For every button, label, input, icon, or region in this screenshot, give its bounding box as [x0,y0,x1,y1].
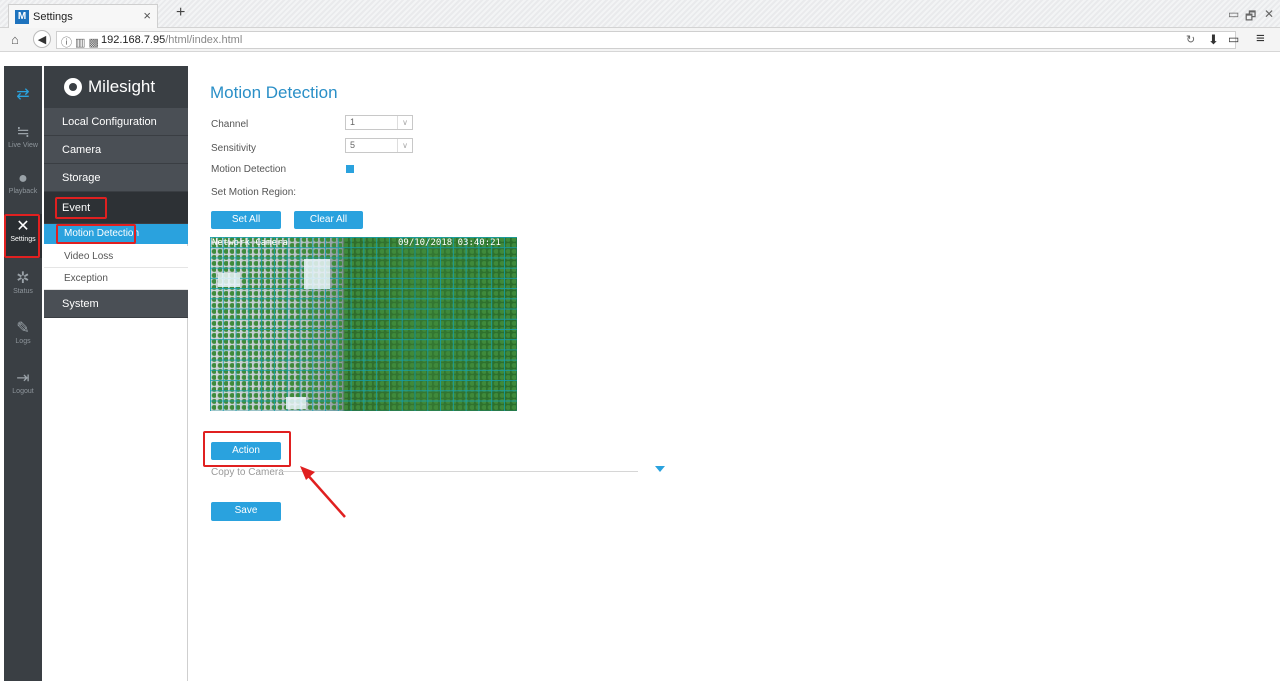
camera-osd-name: Network Camera [212,238,288,248]
annotation-arrow [300,466,346,518]
close-window-icon[interactable]: ✕ [1264,7,1274,21]
back-icon[interactable]: ◀ [33,30,51,48]
nav-status[interactable]: ✲ Status [4,270,42,295]
nav-live-view[interactable]: ≒ Live View [4,124,42,149]
clear-all-button[interactable]: Clear All [294,211,363,229]
nav-logout[interactable]: ⇥ Logout [4,370,42,395]
chevron-down-icon[interactable] [655,466,665,472]
save-button[interactable]: Save [211,502,281,521]
tab-close-icon[interactable]: × [143,8,151,23]
milesight-favicon-icon: M [15,9,29,24]
set-all-button[interactable]: Set All [211,211,281,229]
menu-storage[interactable]: Storage [44,164,188,192]
channel-select[interactable]: 1 ∨ [345,115,413,130]
logo-bar: Milesight [44,66,188,108]
tab-title: Settings [33,10,73,23]
app-icon-bar: ⇄ ≒ Live View ● Playback ✕ Settings ✲ Status… [4,66,42,681]
annotation-action-box [203,431,291,467]
swap-icon[interactable]: ⇄ [4,86,42,104]
annotation-settings-box [4,214,40,258]
annotation-motion-detection-box [56,224,136,244]
sensitivity-label: Sensitivity [211,143,257,154]
annotation-event-box [55,197,107,219]
logs-icon: ✎ [16,320,30,337]
camera-osd-time: 09/10/2018 03:40:21 [398,238,501,248]
live-view-icon: ≒ [16,124,30,141]
chevron-down-icon: ∨ [397,116,412,129]
download-icon[interactable]: ⬇ [1208,32,1219,48]
nav-playback[interactable]: ● Playback [4,170,42,195]
logo-text: Milesight [88,77,156,96]
url-text: 192.168.7.95/html/index.html [101,34,243,46]
site-info-icon[interactable]: ⓘ ▥ ▩ [61,34,99,50]
sidebar-toggle-icon[interactable]: ▭ [1228,32,1239,46]
motion-detection-label: Motion Detection [211,164,287,175]
menu-video-loss[interactable]: Video Loss [44,246,188,268]
minimize-icon[interactable]: ▭ [1228,7,1239,21]
hamburger-menu-icon[interactable]: ≡ [1256,30,1265,47]
spacer [0,53,1280,66]
motion-detection-checkbox[interactable] [346,165,354,173]
restore-icon[interactable]: 🗗 [1245,7,1256,28]
logout-icon: ⇥ [16,370,30,387]
browser-tab-bar: M Settings × + ▭ 🗗 ✕ [0,0,1280,28]
url-bar[interactable]: ⓘ ▥ ▩ 192.168.7.95/html/index.html [56,31,1236,49]
sensitivity-select[interactable]: 5 ∨ [345,138,413,153]
home-icon[interactable]: ⌂ [11,32,19,47]
browser-tab[interactable]: M Settings × [8,4,158,28]
copy-to-camera-label: Copy to Camera [211,467,284,478]
channel-value: 1 [350,117,356,127]
camera-window-light [304,259,330,289]
menu-system[interactable]: System [44,290,188,318]
nav-logs[interactable]: ✎ Logs [4,320,42,345]
chevron-down-icon: ∨ [397,139,412,152]
settings-menu: Milesight Local Configuration Camera Sto… [44,66,188,681]
playback-icon: ● [18,170,28,187]
sensitivity-value: 5 [350,140,356,150]
camera-window-light [218,273,240,287]
status-icon: ✲ [16,270,30,287]
channel-label: Channel [211,119,249,130]
browser-nav-bar: ⌂ ◀ ⓘ ▥ ▩ 192.168.7.95/html/index.html ↻… [0,28,1280,52]
menu-exception[interactable]: Exception [44,268,188,290]
milesight-logo-icon [64,78,82,96]
reload-icon[interactable]: ↻ [1186,33,1195,46]
camera-window-light [286,397,306,409]
menu-local-configuration[interactable]: Local Configuration [44,108,188,136]
new-tab-button[interactable]: + [176,4,185,22]
page-title: Motion Detection [210,83,338,102]
menu-camera[interactable]: Camera [44,136,188,164]
set-region-label: Set Motion Region: [211,187,297,198]
motion-region-grid[interactable]: Network Camera 09/10/2018 03:40:21 [210,237,517,411]
